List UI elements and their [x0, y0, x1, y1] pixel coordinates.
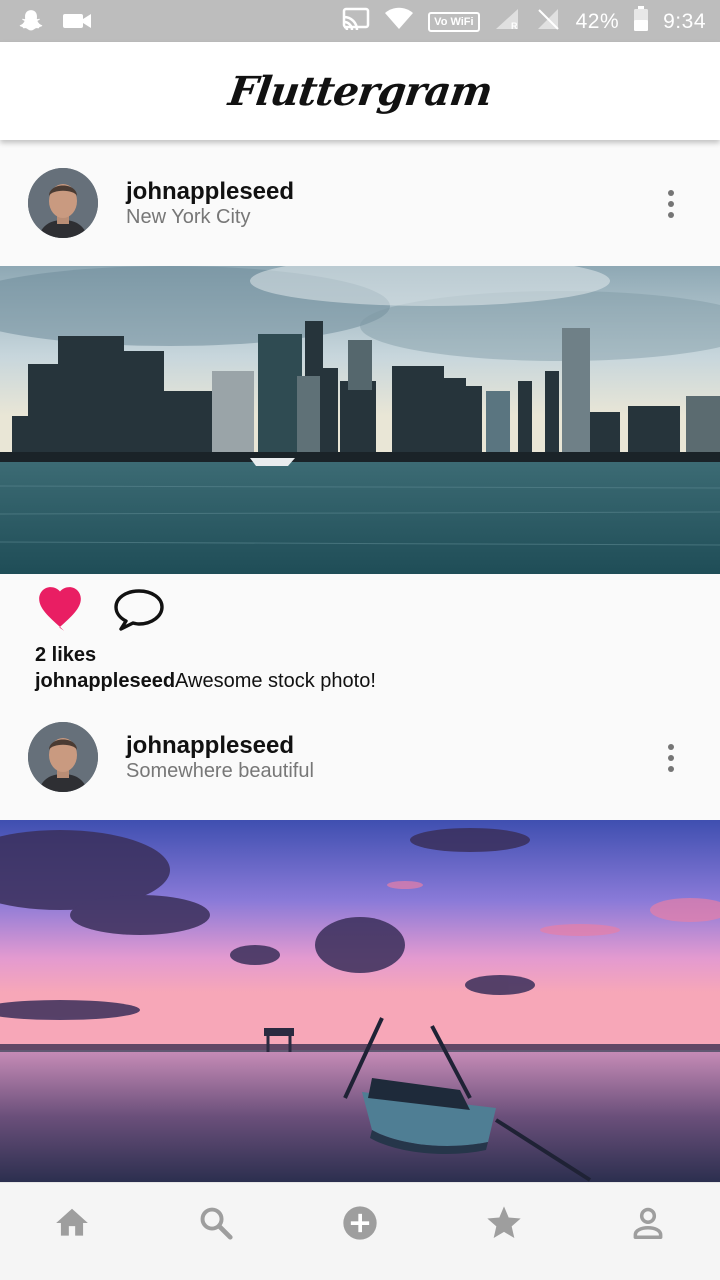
battery-percent: 42%: [575, 10, 620, 33]
more-options-icon[interactable]: [658, 738, 684, 778]
add-circle-icon[interactable]: [336, 1199, 384, 1247]
person-icon[interactable]: [624, 1199, 672, 1247]
app-title: Fluttergram: [225, 67, 495, 115]
app-bar: Fluttergram: [0, 42, 720, 140]
svg-text:R: R: [511, 21, 518, 31]
clock: 9:34: [663, 10, 706, 33]
wifi-icon: [384, 7, 414, 37]
post-image[interactable]: [0, 820, 720, 1182]
feed[interactable]: johnappleseed New York City 2 likes john…: [0, 140, 720, 1182]
signal-icon: R: [494, 7, 522, 37]
status-bar: Vo WiFi R 42% 9:34: [0, 0, 720, 42]
post-location: Somewhere beautiful: [126, 760, 314, 782]
bottom-navigation: [0, 1182, 720, 1280]
avatar[interactable]: [28, 722, 98, 792]
post-image[interactable]: [0, 266, 720, 574]
snapchat-icon: [18, 8, 44, 39]
star-icon[interactable]: [480, 1199, 528, 1247]
home-icon[interactable]: [48, 1199, 96, 1247]
post-caption: johnappleseedAwesome stock photo!: [35, 670, 376, 693]
avatar[interactable]: [28, 168, 98, 238]
caption-username[interactable]: johnappleseed: [35, 670, 175, 692]
search-icon[interactable]: [192, 1199, 240, 1247]
cast-icon: [342, 7, 370, 37]
comment-bubble-icon[interactable]: [112, 586, 166, 632]
caption-text: Awesome stock photo!: [175, 670, 376, 692]
volte-wifi-badge: Vo WiFi: [428, 12, 480, 32]
post-location: New York City: [126, 206, 251, 228]
post-header: johnappleseed New York City: [0, 140, 720, 266]
post-username[interactable]: johnappleseed: [126, 732, 294, 760]
video-camera-icon: [62, 11, 92, 36]
post-header: johnappleseed Somewhere beautiful: [0, 694, 720, 820]
likes-count: 2 likes: [35, 644, 97, 666]
more-options-icon[interactable]: [658, 184, 684, 224]
no-signal-icon: [536, 7, 562, 37]
post-username[interactable]: johnappleseed: [126, 178, 294, 206]
battery-icon: [633, 6, 649, 38]
like-heart-icon[interactable]: [34, 586, 86, 632]
